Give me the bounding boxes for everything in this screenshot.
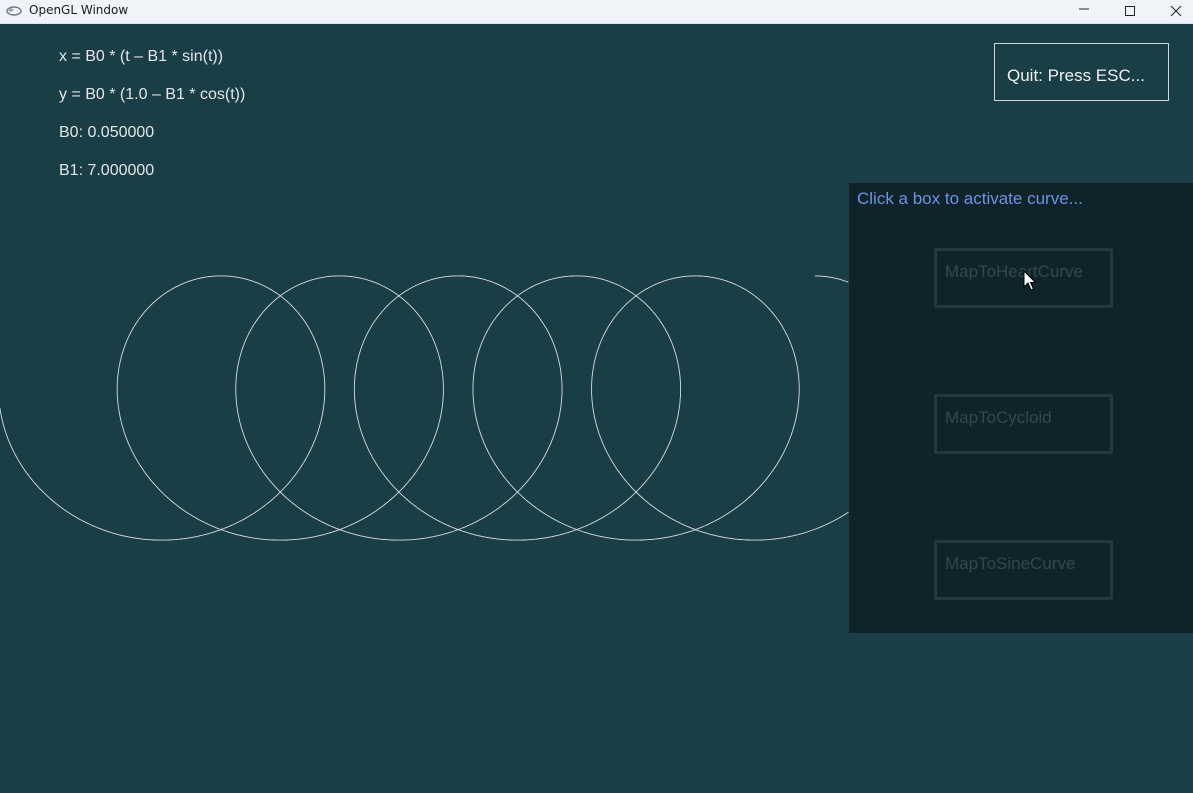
b0-value-text: B0: 0.050000 xyxy=(59,124,155,141)
cycloid-curve xyxy=(0,275,849,541)
b1-value-text: B1: 7.000000 xyxy=(59,162,155,179)
mouse-cursor-icon xyxy=(1023,270,1037,291)
y-equation-text: y = B0 * (1.0 – B1 * cos(t)) xyxy=(59,86,246,103)
window-title: OpenGL Window xyxy=(29,3,129,17)
app-icon xyxy=(6,6,22,16)
close-icon xyxy=(1170,6,1182,17)
close-button[interactable] xyxy=(1153,0,1193,24)
cycloid-label: MapToCycloid xyxy=(945,408,1052,427)
opengl-viewport[interactable]: x = B0 * (t – B1 * sin(t)) y = B0 * (1.0… xyxy=(0,24,1193,793)
minimize-icon xyxy=(1079,8,1089,10)
quit-label: Quit: Press ESC... xyxy=(1007,66,1145,85)
cycloid-button[interactable]: MapToCycloid xyxy=(934,394,1113,454)
panel-title: Click a box to activate curve... xyxy=(857,189,1083,208)
sine-curve-label: MapToSineCurve xyxy=(945,554,1076,573)
maximize-icon xyxy=(1125,6,1135,16)
maximize-button[interactable] xyxy=(1107,0,1153,24)
heart-curve-label: MapToHeartCurve xyxy=(945,262,1083,281)
sine-curve-button[interactable]: MapToSineCurve xyxy=(934,540,1113,600)
quit-box[interactable]: Quit: Press ESC... xyxy=(994,43,1169,101)
minimize-button[interactable] xyxy=(1061,0,1107,24)
title-bar: OpenGL Window xyxy=(0,0,1193,24)
x-equation-text: x = B0 * (t – B1 * sin(t)) xyxy=(59,48,224,65)
curve-selection-panel: Click a box to activate curve... MapToHe… xyxy=(849,183,1193,633)
